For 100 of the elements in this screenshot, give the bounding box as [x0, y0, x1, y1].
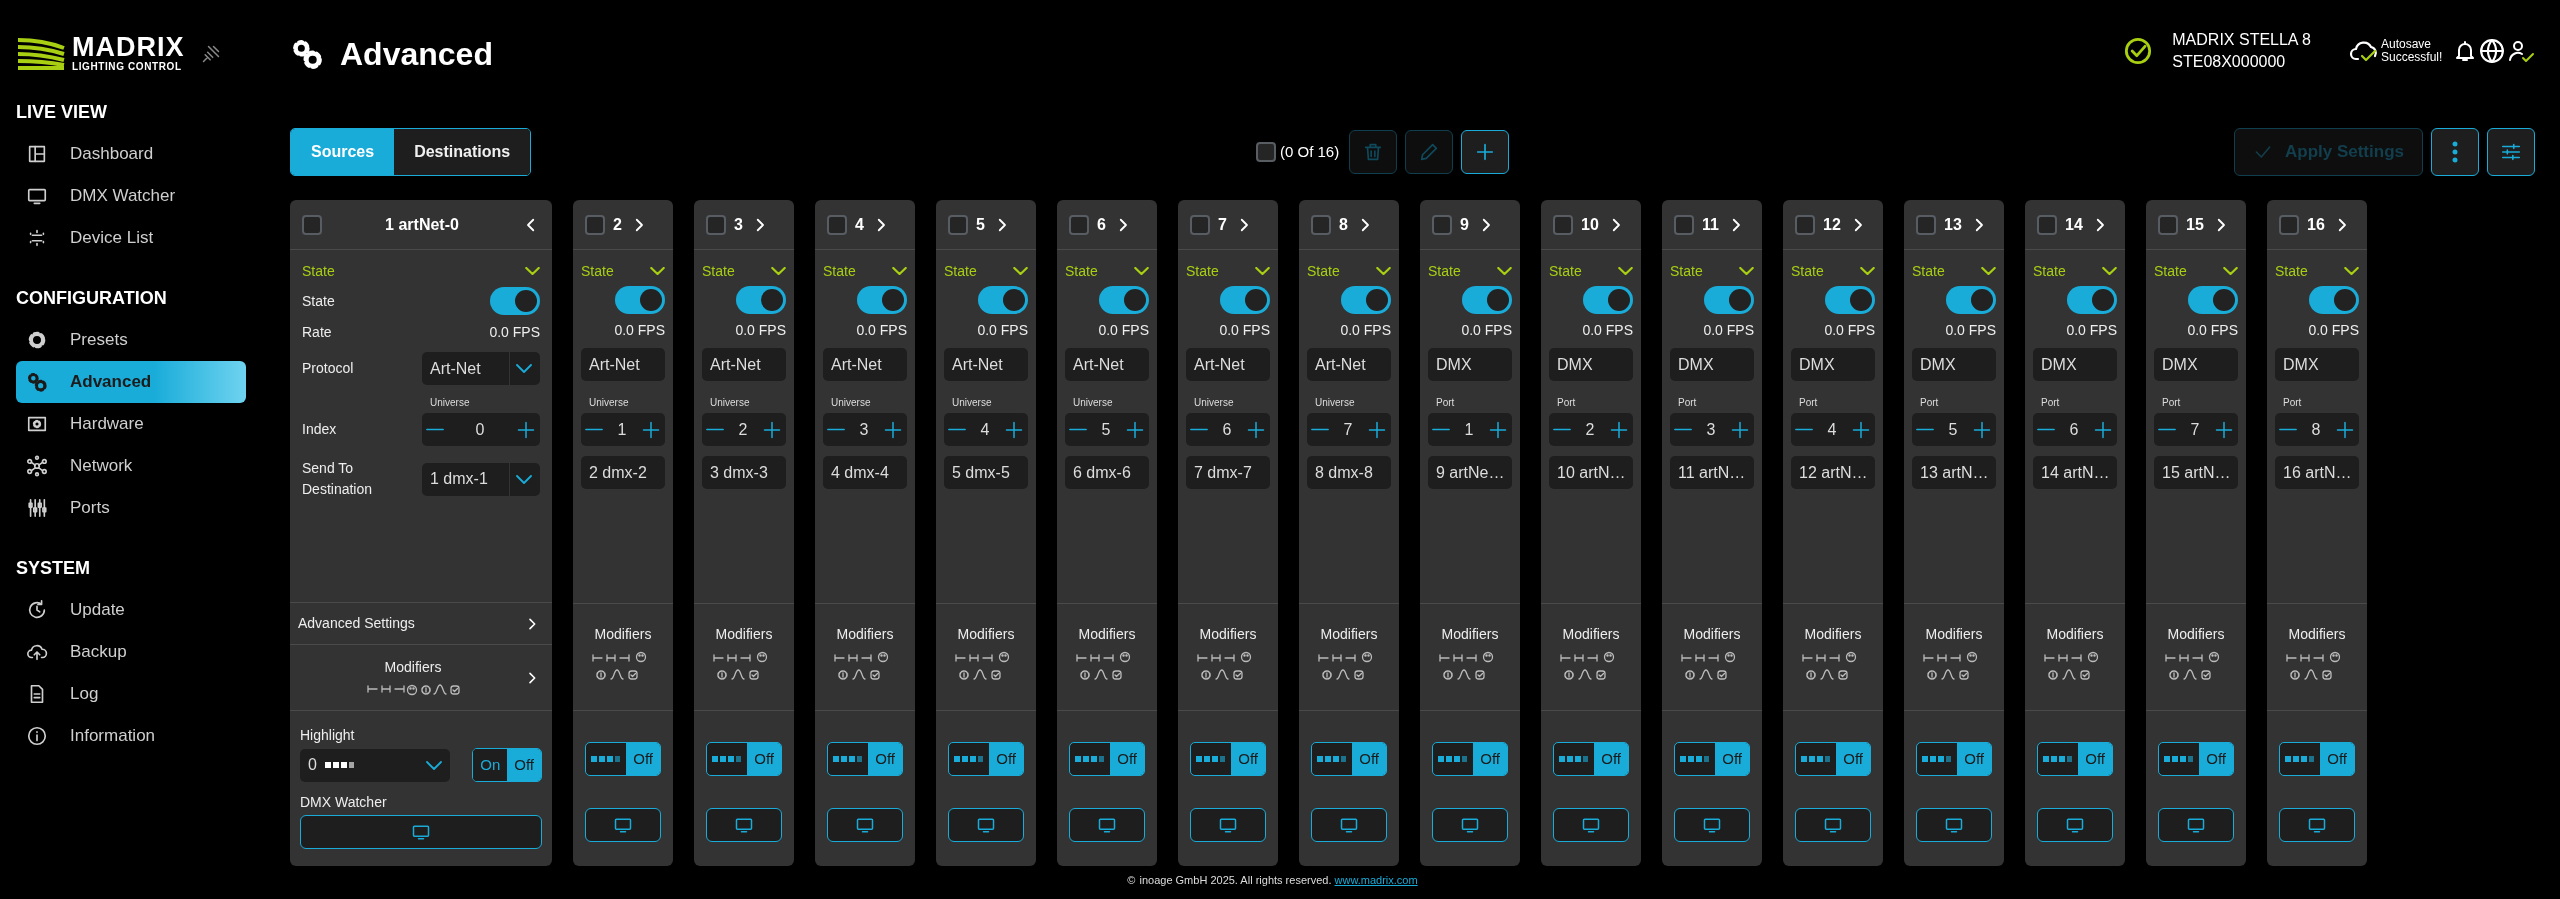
increment-button[interactable]: [1851, 419, 1871, 440]
decrement-button[interactable]: [1795, 428, 1813, 431]
highlight-toggle[interactable]: Off: [2078, 743, 2112, 775]
toggle-switch[interactable]: [2067, 286, 2117, 314]
highlight-toggle[interactable]: Off: [989, 743, 1023, 775]
protocol-select[interactable]: Art-Net: [1065, 348, 1149, 381]
checkbox[interactable]: [302, 214, 322, 235]
user-check-icon[interactable]: [2507, 38, 2535, 64]
protocol-select[interactable]: Art-Net: [823, 348, 907, 381]
destination-select[interactable]: 14 artN…: [2033, 456, 2117, 489]
toggle-switch[interactable]: [1341, 286, 1391, 314]
dmx-watcher-button[interactable]: [1069, 808, 1145, 842]
sidebar-item[interactable]: Log: [16, 673, 246, 715]
destination-select[interactable]: 9 artNe…: [1428, 456, 1512, 489]
index-value[interactable]: 4: [980, 417, 990, 442]
index-value[interactable]: 6: [2069, 417, 2079, 442]
protocol-select[interactable]: DMX: [1912, 348, 1996, 381]
dmx-watcher-button[interactable]: [1674, 808, 1750, 842]
chevron-down-icon[interactable]: [1618, 267, 1633, 275]
sidebar-item[interactable]: Dashboard: [16, 133, 246, 175]
dmx-watcher-button[interactable]: [300, 815, 542, 849]
highlight-select[interactable]: 0: [300, 748, 450, 782]
dmx-watcher-button[interactable]: [827, 808, 903, 842]
chevron-down-icon[interactable]: [2223, 267, 2238, 275]
highlight-toggle[interactable]: Off: [2320, 743, 2354, 775]
toggle-switch[interactable]: [978, 286, 1028, 314]
checkbox[interactable]: [1432, 214, 1452, 235]
dmx-watcher-button[interactable]: [1311, 808, 1387, 842]
modifiers-panel[interactable]: Modifiers: [2146, 603, 2246, 710]
dmx-watcher-button[interactable]: [1916, 808, 1992, 842]
toggle-switch[interactable]: [1462, 286, 1512, 314]
dmx-watcher-button[interactable]: [1190, 808, 1266, 842]
increment-button[interactable]: [883, 419, 903, 440]
decrement-button[interactable]: [1069, 428, 1087, 431]
decrement-button[interactable]: [1190, 428, 1208, 431]
bell-icon[interactable]: [2453, 38, 2477, 64]
decrement-button[interactable]: [1916, 428, 1934, 431]
highlight-toggle[interactable]: Off: [1231, 743, 1265, 775]
website-link[interactable]: www.madrix.com: [1334, 874, 1418, 886]
section-label[interactable]: State: [1791, 260, 1824, 282]
increment-button[interactable]: [2335, 419, 2355, 440]
protocol-select[interactable]: Art-Net: [702, 348, 786, 381]
increment-button[interactable]: [1246, 419, 1266, 440]
sidebar-item[interactable]: Information: [16, 715, 246, 757]
section-label[interactable]: State: [2033, 260, 2066, 282]
chevron-down-icon[interactable]: [1860, 267, 1875, 275]
filter-button[interactable]: [2487, 128, 2535, 176]
destination-select[interactable]: 8 dmx-8: [1307, 456, 1391, 489]
index-value[interactable]: 6: [1222, 417, 1232, 442]
destination-select[interactable]: 12 artN…: [1791, 456, 1875, 489]
modifiers-panel[interactable]: Modifiers: [936, 603, 1036, 710]
modifiers-panel[interactable]: Modifiers: [2267, 603, 2367, 710]
checkbox[interactable]: [1674, 214, 1694, 235]
index-value[interactable]: 3: [1706, 417, 1716, 442]
protocol-select[interactable]: DMX: [1549, 348, 1633, 381]
tab[interactable]: Destinations: [394, 129, 531, 175]
section-label[interactable]: State: [1670, 260, 1703, 282]
destination-select[interactable]: 11 artN…: [1670, 456, 1754, 489]
increment-button[interactable]: [516, 419, 536, 440]
index-value[interactable]: 3: [859, 417, 869, 442]
increment-button[interactable]: [1972, 419, 1992, 440]
modifiers-panel[interactable]: Modifiers: [1904, 603, 2004, 710]
checkbox[interactable]: [2279, 214, 2299, 235]
protocol-select[interactable]: Art-Net: [944, 348, 1028, 381]
modifiers-panel[interactable]: Modifiers: [1178, 603, 1278, 710]
chevron-down-icon[interactable]: [1255, 267, 1270, 275]
modifiers-panel[interactable]: Modifiers: [815, 603, 915, 710]
decrement-button[interactable]: [948, 428, 966, 431]
section-label[interactable]: State: [702, 260, 735, 282]
section-label[interactable]: State: [1065, 260, 1098, 282]
section-label[interactable]: State: [1186, 260, 1219, 282]
toggle-switch[interactable]: [1704, 286, 1754, 314]
destination-select[interactable]: 3 dmx-3: [702, 456, 786, 489]
decrement-button[interactable]: [1432, 428, 1450, 431]
index-value[interactable]: 0: [475, 417, 485, 442]
decrement-button[interactable]: [2158, 428, 2176, 431]
sidebar-item[interactable]: Network: [16, 445, 246, 487]
protocol-select[interactable]: DMX: [1670, 348, 1754, 381]
increment-button[interactable]: [1609, 419, 1629, 440]
section-label[interactable]: State: [2275, 260, 2308, 282]
checkbox[interactable]: [948, 214, 968, 235]
increment-button[interactable]: [2093, 419, 2113, 440]
sidebar-item[interactable]: Presets: [16, 319, 246, 361]
decrement-button[interactable]: [2279, 428, 2297, 431]
checkbox[interactable]: [827, 214, 847, 235]
chevron-down-icon[interactable]: [525, 267, 540, 275]
section-label[interactable]: State: [2154, 260, 2187, 282]
checkbox[interactable]: [1069, 214, 1089, 235]
destination-select[interactable]: 16 artN…: [2275, 456, 2359, 489]
destination-select[interactable]: 2 dmx-2: [581, 456, 665, 489]
decrement-button[interactable]: [1311, 428, 1329, 431]
highlight-toggle[interactable]: Off: [747, 743, 781, 775]
destination-select[interactable]: 6 dmx-6: [1065, 456, 1149, 489]
chevron-down-icon[interactable]: [1134, 267, 1149, 275]
checkbox[interactable]: [706, 214, 726, 235]
dmx-watcher-button[interactable]: [1553, 808, 1629, 842]
toggle-switch[interactable]: [857, 286, 907, 314]
increment-button[interactable]: [1125, 419, 1145, 440]
highlight-toggle[interactable]: Off: [1110, 743, 1144, 775]
protocol-select[interactable]: DMX: [2033, 348, 2117, 381]
